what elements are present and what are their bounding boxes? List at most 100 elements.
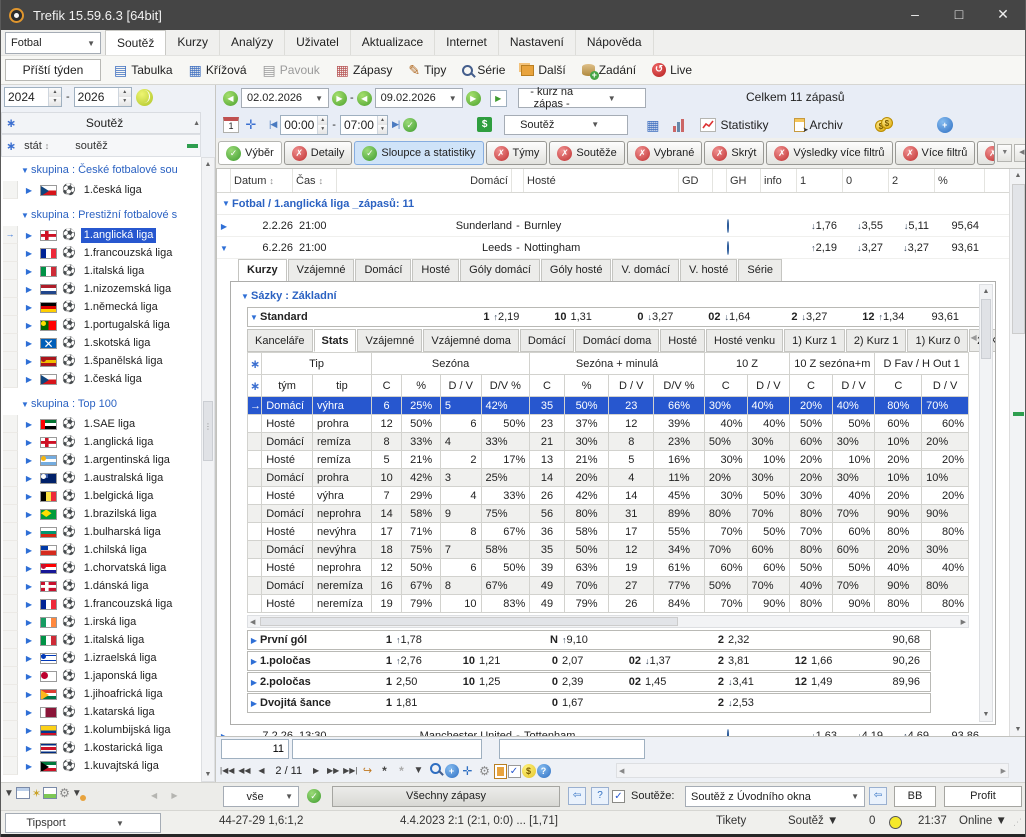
globe-icon[interactable] [727,240,729,255]
date-prev-icon[interactable]: ◀ [223,90,238,106]
date2-next-icon[interactable]: ▶ [465,90,481,106]
collapse-icon[interactable]: ▼ [19,166,31,175]
stats-tab-hosté[interactable]: Hosté [660,329,706,352]
scrollbar-thumb[interactable]: ⋮ [203,401,213,461]
column-1[interactable]: 1 [797,169,843,192]
stats-subheader[interactable]: D/V % [480,374,531,397]
expand-icon[interactable]: ▶ [23,654,35,663]
year-from-spinner[interactable]: 2024 ▲ ▼ [4,87,62,107]
dropdown-icon[interactable]: ▼ [997,144,1013,162]
menu-tab-kurzy[interactable]: Kurzy [166,30,221,55]
spinner-arrows-icon[interactable]: ▲ ▼ [376,115,387,134]
table-vscrollbar[interactable]: ▲ ▼ [1009,169,1025,736]
globe-icon[interactable] [727,218,729,233]
all-matches-button[interactable]: Všechny zápasy [332,786,560,807]
refresh-icon[interactable]: ↪ [360,763,376,780]
stats-subheader[interactable]: tip [311,374,372,397]
funnel-icon[interactable]: ▼ [411,763,427,780]
sidebar-item-league[interactable]: ▶ ⚽ 1.italská liga [1,262,201,280]
expand-icon[interactable]: ▶ [23,762,35,771]
sidebar-item-league[interactable]: ▶ ⚽ 1.chorvatská liga [1,559,201,577]
bb-button[interactable]: BB [894,786,936,807]
league-group-row[interactable]: ▼ Fotbal / 1.anglická liga _zápasů: 11 [217,193,1009,215]
filter-button-partial[interactable]: ✗ [977,141,996,165]
toolbar-item-křížová[interactable]: ▦ Křížová [182,58,254,82]
search-icon[interactable] [428,762,444,780]
year-to-spinner[interactable]: 2026 ▲ ▼ [73,87,132,107]
scrollbar-thumb[interactable] [260,617,678,626]
stats-row[interactable]: Domácí neprohra 14 58% 9 75% 56 80% 31 89% 80% 70% 8… [246,504,969,523]
filter-funnel-icon[interactable]: ▼ [4,788,14,799]
spinner-arrows-icon[interactable]: ▲ ▼ [117,88,131,106]
stats-tab-1-kurz-1[interactable]: 1) Kurz 1 [784,329,845,352]
toolbar-item-zadání[interactable]: Zadání [575,58,643,82]
report-icon[interactable] [493,763,507,779]
expand-icon[interactable]: ▶ [23,231,35,240]
expand-icon[interactable]: ▶ [23,249,35,258]
expand-icon[interactable]: ▶ [23,618,35,627]
column-gd[interactable]: GD [679,169,713,192]
asterisk-icon[interactable]: ∗ [6,139,16,153]
settings-gear-icon[interactable]: ⚙ [477,763,493,780]
odds-filter-select[interactable]: - kurz na zápas - ▼ [517,86,646,110]
column-datum[interactable]: Datum ↕ [231,169,293,192]
statistics-button[interactable]: Statistiky [700,117,768,132]
stats-row[interactable]: Domácí remíza 8 33% 4 33% 21 30% 8 23% 50% 30% 60% 30… [246,432,969,451]
splitter-grip[interactable] [1012,412,1024,416]
skip-start-icon[interactable]: |◀ [269,119,277,130]
menu-tab-nastavení[interactable]: Nastavení [499,30,576,55]
time-from-spinner[interactable]: 00:00 ▲ ▼ [280,114,329,135]
back-arrow2-icon[interactable]: ⇦ [869,787,887,805]
stats-subheader[interactable]: C [874,374,923,397]
collapse-icon[interactable]: ▼ [220,199,232,208]
column-cas[interactable]: Čas ↕ [293,169,337,192]
detail-tab-góly-domácí[interactable]: Góly domácí [460,259,540,281]
back-arrow-icon[interactable]: ⇦ [568,787,586,805]
sidebar-item-league[interactable]: ▶ ✕ ⚽ 1.skotská liga [1,334,201,352]
stats-subheader[interactable]: C [370,374,403,397]
asterisk-icon[interactable]: ∗ [250,357,260,371]
toolbar-item-další[interactable]: Další [514,58,572,82]
date-to-select[interactable]: 09.02.2026 ▼ [374,88,463,108]
date-next-icon[interactable]: ▶ [332,90,347,106]
filter-button-sloupce-a-statistiky[interactable]: ✓ Sloupce a statistiky [354,141,484,165]
bet-row-první-gól[interactable]: ▶ První gól 1 ↑1,78 N ↑9,10 2 2,32 90,68 [247,630,931,650]
scroll-down-icon[interactable]: ▼ [983,708,990,721]
asterisk-icon[interactable]: * [377,763,393,780]
expand-icon[interactable]: ▶ [23,564,35,573]
sidebar-item-league[interactable]: ▶ ⚽ 1.kostarická liga [1,739,201,757]
spinner-arrows-icon[interactable]: ▲ ▼ [48,88,61,106]
nav-prev-icon[interactable]: ◀ [253,763,269,780]
detail-tab-góly-hosté[interactable]: Góly hosté [540,259,612,281]
scroll-down-icon[interactable]: ▼ [1015,723,1022,736]
stats-row[interactable]: Hosté neprohra 12 50% 6 50% 39 63% 19 61% 60% 60% 50… [246,558,969,577]
scroll-left-icon[interactable]: ◀ [1014,144,1025,162]
filter-button-více-filtrů[interactable]: ✗ Více filtrů [894,141,976,165]
detail-tab-kurzy[interactable]: Kurzy [238,259,287,281]
sidebar-item-league[interactable]: ▶ ⚽ 1.italská liga [1,631,201,649]
collapse-icon[interactable]: ▼ [19,211,31,220]
sidebar-item-league[interactable]: → ▶ ⚽ 1.anglická liga [1,226,201,244]
expand-icon[interactable]: ▶ [248,678,260,687]
move-all-icon[interactable]: ✛ [460,763,476,780]
expand-icon[interactable]: ▶ [248,636,260,645]
detail-scrollbar[interactable]: ▲ ▼ [979,284,993,722]
nav-prev-fast-icon[interactable]: ◀◀ [236,763,252,780]
time-to-spinner[interactable]: 07:00 ▲ ▼ [339,114,388,135]
expand-icon[interactable]: ▶ [23,267,35,276]
bet-row-1-poločas[interactable]: ▶ 1.poločas 1 ↑2,76 10 1,21 0 2,07 02 ↓1,37 2 3,81 1… [247,651,931,671]
sidebar-item-league[interactable]: ▶ ⚽ 1.irská liga [1,613,201,631]
sidebar-item-league[interactable]: ▶ ⚽ 1.argentinská liga [1,451,201,469]
expand-icon[interactable]: ▶ [23,672,35,681]
column-stat[interactable]: stát [24,140,42,152]
magic-wand-icon[interactable]: ✶ [32,787,41,800]
home-filter-input[interactable] [292,738,482,759]
collapse-icon[interactable]: ▼ [218,244,230,253]
match-row[interactable]: ▶ 7.2.26 13:30 Manchester United - Tottenham ↓… [217,725,1009,736]
maximize-button[interactable]: □ [937,0,981,30]
stats-tab-2-kurz-1[interactable]: 2) Kurz 1 [845,329,907,352]
menu-tab-nápověda[interactable]: Nápověda [576,30,654,55]
menu-tab-soutěž[interactable]: Soutěž [105,30,167,55]
expand-icon[interactable]: ▶ [23,357,35,366]
minimize-button[interactable]: – [893,0,937,30]
